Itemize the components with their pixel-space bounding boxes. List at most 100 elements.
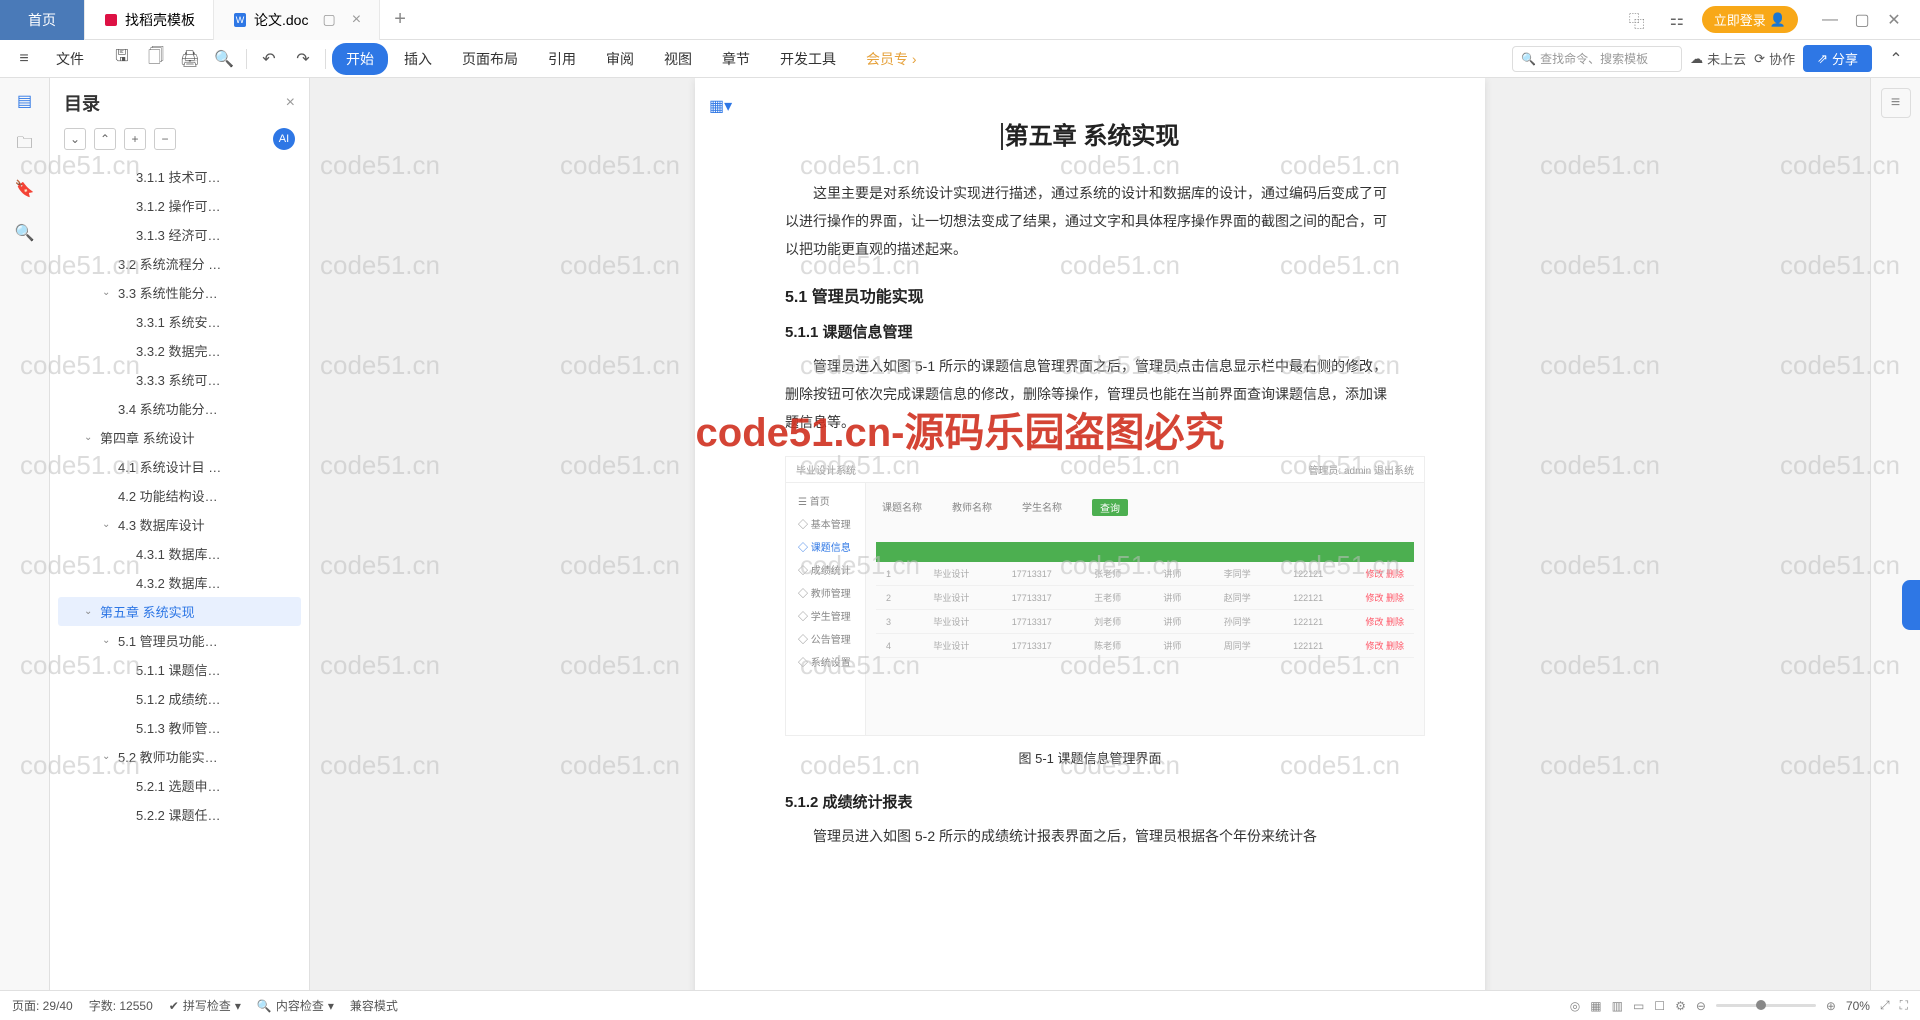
- more-icon[interactable]: ⌃: [1880, 43, 1912, 75]
- fit-icon[interactable]: ⤢: [1880, 998, 1890, 1013]
- file-menu[interactable]: 文件: [42, 43, 98, 75]
- save-icon[interactable]: 🖫: [106, 43, 138, 75]
- cast-icon[interactable]: ▢: [322, 11, 335, 28]
- close-tab-icon[interactable]: ×: [352, 11, 361, 29]
- login-button[interactable]: 立即登录👤: [1702, 6, 1798, 33]
- page-indicator[interactable]: 页面: 29/40: [12, 997, 73, 1014]
- remove-icon[interactable]: −: [154, 128, 176, 150]
- maximize-icon[interactable]: ▢: [1848, 6, 1876, 34]
- outline-icon[interactable]: ▤: [12, 88, 38, 114]
- toc-item[interactable]: 3.4 系统功能分…: [58, 394, 301, 423]
- collab-button[interactable]: ⟳协作: [1754, 49, 1795, 68]
- undo-icon[interactable]: ↶: [253, 43, 285, 75]
- view-print-icon[interactable]: ▦: [1590, 999, 1601, 1013]
- tab-view[interactable]: 视图: [650, 43, 706, 75]
- toc-item[interactable]: 3.3.2 数据完…: [58, 336, 301, 365]
- cloud-status[interactable]: ☁未上云: [1690, 49, 1746, 68]
- toc-item[interactable]: 4.3.2 数据库…: [58, 568, 301, 597]
- zoom-slider[interactable]: [1716, 1004, 1816, 1007]
- close-icon[interactable]: ✕: [1880, 6, 1908, 34]
- zoom-in-icon[interactable]: ⊕: [1826, 999, 1836, 1013]
- outline-panel: 目录 × ⌄ ⌃ + − AI 3.1.1 技术可…3.1.2 操作可…3.1.…: [50, 78, 310, 990]
- page-tool-icon[interactable]: ▦▾: [709, 96, 732, 116]
- toc-item[interactable]: ⌄第五章 系统实现: [58, 597, 301, 626]
- tab-chapter[interactable]: 章节: [708, 43, 764, 75]
- toc-item[interactable]: 5.2.2 课题任…: [58, 800, 301, 829]
- word-count[interactable]: 字数: 12550: [89, 997, 153, 1014]
- share-icon: ⇗: [1817, 51, 1828, 67]
- search-input[interactable]: 🔍查找命令、搜索模板: [1512, 46, 1682, 72]
- tab-template[interactable]: 找稻壳模板: [85, 0, 214, 40]
- tab-start[interactable]: 开始: [332, 43, 388, 75]
- paragraph: 这里主要是对系统设计实现进行描述，通过系统的设计和数据库的设计，通过编码后变成了…: [785, 179, 1395, 263]
- preview-icon[interactable]: 🔍: [208, 43, 240, 75]
- nav-icon[interactable]: 🗀: [12, 132, 38, 158]
- toc-item[interactable]: 4.2 功能结构设…: [58, 481, 301, 510]
- toc-item[interactable]: 5.1.3 教师管…: [58, 713, 301, 742]
- page: ▦▾ 第五章 系统实现 这里主要是对系统设计实现进行描述，通过系统的设计和数据库…: [695, 78, 1485, 990]
- new-tab-button[interactable]: +: [380, 8, 420, 31]
- tab-vip[interactable]: 会员专 ›: [852, 43, 931, 75]
- fullscreen-icon[interactable]: ⛶: [1900, 998, 1908, 1013]
- panel-toggle-icon[interactable]: ≡: [1881, 88, 1911, 118]
- tab-dev[interactable]: 开发工具: [766, 43, 850, 75]
- toc-item[interactable]: 3.1.1 技术可…: [58, 162, 301, 191]
- toc-item[interactable]: 3.3.1 系统安…: [58, 307, 301, 336]
- check-icon: 🔍: [257, 999, 272, 1013]
- toc-item[interactable]: ⌄3.3 系统性能分…: [58, 278, 301, 307]
- view-read-icon[interactable]: ☐: [1654, 999, 1665, 1013]
- heading-1: 第五章 系统实现: [785, 116, 1395, 151]
- view-web-icon[interactable]: ▥: [1612, 999, 1623, 1013]
- paragraph: 管理员进入如图 5-1 所示的课题信息管理界面之后，管理员点击信息显示栏中最右侧…: [785, 352, 1395, 436]
- bookmark-icon[interactable]: 🔖: [12, 176, 38, 202]
- save-as-icon[interactable]: 🗍: [140, 43, 172, 75]
- toc-item[interactable]: ⌄5.2 教师功能实…: [58, 742, 301, 771]
- find-icon[interactable]: 🔍: [12, 220, 38, 246]
- view-outline-icon[interactable]: ▭: [1633, 999, 1644, 1013]
- toc-item[interactable]: 5.1.2 成绩统…: [58, 684, 301, 713]
- toc-item[interactable]: 3.2 系统流程分 …: [58, 249, 301, 278]
- expand-all-icon[interactable]: ⌃: [94, 128, 116, 150]
- toc-item[interactable]: 3.1.2 操作可…: [58, 191, 301, 220]
- target-icon[interactable]: ◎: [1570, 999, 1580, 1013]
- side-tab[interactable]: [1902, 580, 1920, 630]
- redo-icon[interactable]: ↷: [287, 43, 319, 75]
- toc-item[interactable]: 5.2.1 选题申…: [58, 771, 301, 800]
- collapse-all-icon[interactable]: ⌄: [64, 128, 86, 150]
- toc-item[interactable]: ⌄5.1 管理员功能…: [58, 626, 301, 655]
- tab-home[interactable]: 首页: [0, 0, 85, 40]
- spellcheck-button[interactable]: ✔拼写检查 ▾: [169, 997, 241, 1014]
- print-icon[interactable]: 🖨: [174, 43, 206, 75]
- toc-item[interactable]: ⌄第四章 系统设计: [58, 423, 301, 452]
- tab-insert[interactable]: 插入: [390, 43, 446, 75]
- outline-title: 目录: [64, 90, 100, 116]
- ai-icon[interactable]: AI: [273, 128, 295, 150]
- menu-icon[interactable]: ≡: [8, 43, 40, 75]
- content-check-button[interactable]: 🔍内容检查 ▾: [257, 997, 334, 1014]
- tab-ref[interactable]: 引用: [534, 43, 590, 75]
- close-outline-icon[interactable]: ×: [286, 94, 295, 112]
- share-button[interactable]: ⇗分享: [1803, 45, 1872, 72]
- collab-icon: ⟳: [1754, 51, 1765, 67]
- toc-item[interactable]: 3.3.3 系统可…: [58, 365, 301, 394]
- compat-mode[interactable]: 兼容模式: [350, 997, 398, 1014]
- toc-item[interactable]: ⌄4.3 数据库设计: [58, 510, 301, 539]
- toc-item[interactable]: 4.3.1 数据库…: [58, 539, 301, 568]
- tab-doc[interactable]: W 论文.doc ▢ ×: [214, 0, 380, 40]
- spell-icon: ✔: [169, 999, 179, 1013]
- zoom-level[interactable]: 70%: [1846, 999, 1870, 1013]
- apps-icon[interactable]: ⚏: [1662, 5, 1692, 35]
- toc-item[interactable]: 4.1 系统设计目 …: [58, 452, 301, 481]
- cloud-icon: ☁: [1690, 51, 1703, 67]
- layout-icon[interactable]: ⿻: [1622, 5, 1652, 35]
- tab-layout[interactable]: 页面布局: [448, 43, 532, 75]
- toc-item[interactable]: 5.1.1 课题信…: [58, 655, 301, 684]
- toc-item[interactable]: 3.1.3 经济可…: [58, 220, 301, 249]
- search-icon: 🔍: [1521, 52, 1536, 66]
- zoom-out-icon[interactable]: ⊖: [1696, 999, 1706, 1013]
- titlebar: 首页 找稻壳模板 W 论文.doc ▢ × + ⿻ ⚏ 立即登录👤 — ▢ ✕: [0, 0, 1920, 40]
- minimize-icon[interactable]: —: [1816, 6, 1844, 34]
- tab-review[interactable]: 审阅: [592, 43, 648, 75]
- add-icon[interactable]: +: [124, 128, 146, 150]
- settings-icon[interactable]: ⚙: [1675, 999, 1686, 1013]
